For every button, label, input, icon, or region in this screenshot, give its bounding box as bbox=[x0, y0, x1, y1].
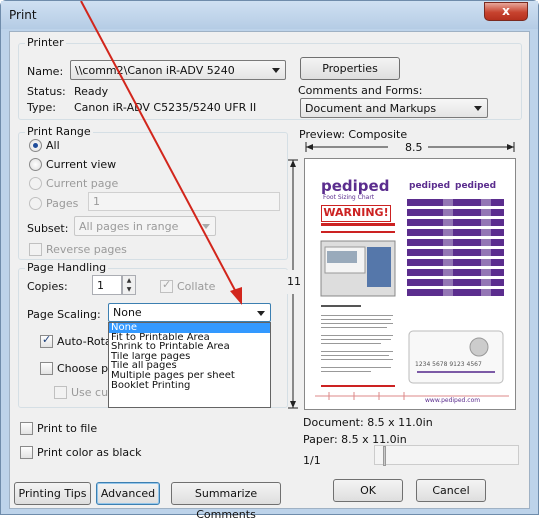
print-dialog: Print x Printer Name: \\comm2\Canon iR-A… bbox=[0, 0, 539, 521]
annotation-arrow bbox=[80, 1, 242, 305]
